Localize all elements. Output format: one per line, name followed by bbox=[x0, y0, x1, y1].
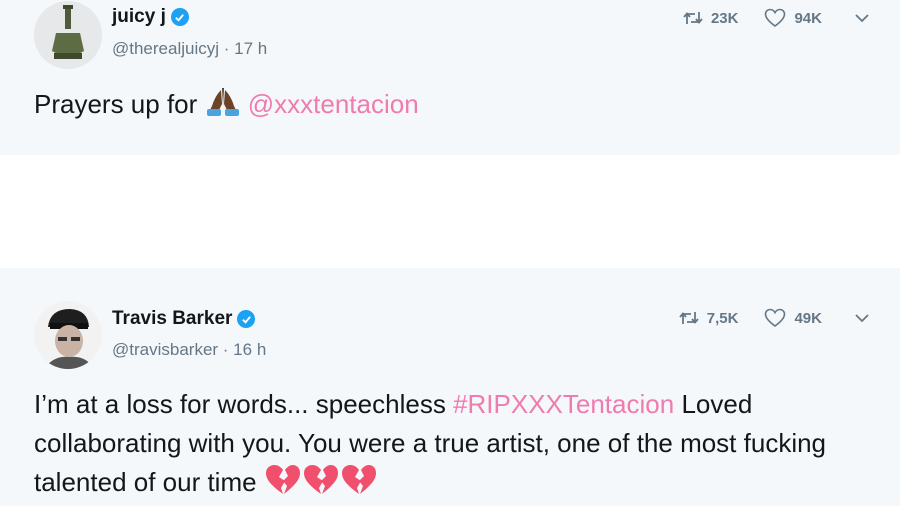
avatar[interactable] bbox=[34, 1, 102, 69]
broken-heart-emoji bbox=[340, 464, 378, 507]
verified-badge-icon bbox=[237, 310, 256, 328]
heart-icon bbox=[765, 8, 786, 27]
chevron-down-icon[interactable] bbox=[854, 313, 870, 323]
verified-badge-icon bbox=[170, 8, 189, 26]
like-count: 94K bbox=[794, 9, 822, 27]
retweet-count: 7,5K bbox=[706, 309, 739, 327]
retweet-icon bbox=[679, 312, 699, 324]
folded-hands-emoji bbox=[205, 86, 241, 129]
heart-icon bbox=[765, 308, 786, 327]
handle-time: @therealjuicyj · 17 h bbox=[112, 39, 267, 59]
like-button[interactable]: 94K bbox=[764, 8, 822, 28]
tweet-text: I’m at a loss for words... speechless #R… bbox=[34, 385, 860, 507]
display-name[interactable]: juicy j bbox=[112, 6, 166, 28]
like-button[interactable]: 49K bbox=[764, 308, 822, 328]
handle-time: @travisbarker · 16 h bbox=[112, 340, 266, 360]
retweet-icon bbox=[683, 12, 703, 24]
tweet-card[interactable]: juicy j @therealjuicyj · 17 h 23K 94K Pr… bbox=[0, 0, 900, 155]
tweet-actions: 23K 94K bbox=[683, 8, 870, 28]
tweet-actions: 7,5K 49K bbox=[679, 308, 870, 328]
tweet-card[interactable]: Travis Barker @travisbarker · 16 h 7,5K … bbox=[0, 268, 900, 506]
broken-heart-emoji bbox=[302, 464, 340, 507]
timestamp[interactable]: · 16 h bbox=[223, 340, 266, 359]
display-name[interactable]: Travis Barker bbox=[112, 308, 232, 330]
mention-link[interactable]: @xxxtentacion bbox=[248, 89, 419, 119]
hashtag-link[interactable]: #RIPXXXTentacion bbox=[453, 389, 674, 419]
handle[interactable]: @therealjuicyj bbox=[112, 39, 219, 58]
retweet-button[interactable]: 7,5K bbox=[679, 309, 739, 327]
tweet-text-content: I’m at a loss for words... speechless bbox=[34, 389, 446, 419]
broken-heart-emoji bbox=[264, 464, 302, 507]
tweet-text: Prayers up for @xxxtentacion bbox=[34, 85, 860, 129]
tweet-text-content: Prayers up for bbox=[34, 89, 198, 119]
chevron-down-icon[interactable] bbox=[854, 13, 870, 23]
timestamp[interactable]: · 17 h bbox=[224, 39, 267, 58]
handle[interactable]: @travisbarker bbox=[112, 340, 218, 359]
retweet-count: 23K bbox=[710, 9, 739, 27]
avatar[interactable] bbox=[34, 301, 102, 369]
like-count: 49K bbox=[794, 309, 822, 327]
retweet-button[interactable]: 23K bbox=[683, 9, 739, 27]
